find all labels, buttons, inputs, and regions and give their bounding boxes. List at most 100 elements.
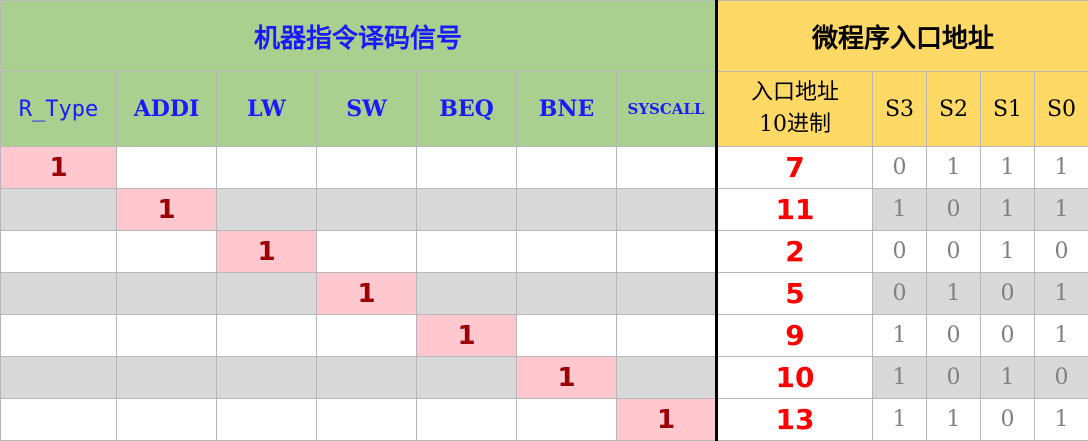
state-bit-s2: 0	[927, 357, 981, 399]
header-s3: S3	[873, 72, 927, 147]
signal-cell-r-type	[1, 399, 117, 441]
signal-cell-lw	[217, 273, 317, 315]
signal-cell-lw: 1	[217, 231, 317, 273]
table-row: 150101	[1, 273, 1088, 315]
header-entry-line2: 10进制	[718, 109, 872, 141]
entry-address-cell: 2	[717, 231, 873, 273]
header-addi: ADDI	[117, 72, 217, 147]
signal-cell-sw	[317, 399, 417, 441]
signal-cell-bne	[517, 315, 617, 357]
table-row: 120010	[1, 231, 1088, 273]
header-r-type: R_Type	[1, 72, 117, 147]
state-bit-s2: 0	[927, 231, 981, 273]
state-bit-s1: 1	[981, 189, 1035, 231]
entry-address-cell: 7	[717, 147, 873, 189]
signal-cell-sw: 1	[317, 273, 417, 315]
state-bit-s1: 1	[981, 231, 1035, 273]
state-bit-s0: 1	[1035, 399, 1088, 441]
signal-cell-syscall: 1	[617, 399, 717, 441]
signal-cell-r-type	[1, 189, 117, 231]
column-header-row: R_Type ADDI LW SW BEQ BNE SYSCALL 入口地址 1…	[1, 72, 1088, 147]
state-bit-s3: 0	[873, 273, 927, 315]
state-bit-s3: 1	[873, 357, 927, 399]
table-row: 170111	[1, 147, 1088, 189]
signal-cell-r-type	[1, 273, 117, 315]
state-bit-s0: 0	[1035, 231, 1088, 273]
state-bit-s1: 1	[981, 357, 1035, 399]
signal-cell-addi	[117, 273, 217, 315]
state-bit-s2: 1	[927, 273, 981, 315]
header-syscall: SYSCALL	[617, 72, 717, 147]
signal-cell-beq	[417, 357, 517, 399]
entry-address-cell: 10	[717, 357, 873, 399]
signal-cell-lw	[217, 147, 317, 189]
signal-cell-r-type	[1, 231, 117, 273]
state-bit-s3: 1	[873, 399, 927, 441]
state-bit-s0: 1	[1035, 189, 1088, 231]
decode-table: 机器指令译码信号 微程序入口地址 R_Type ADDI LW SW BEQ B…	[0, 0, 1088, 441]
header-entry-line1: 入口地址	[718, 77, 872, 109]
signal-cell-bne	[517, 399, 617, 441]
header-s2: S2	[927, 72, 981, 147]
signal-cell-beq: 1	[417, 315, 517, 357]
state-bit-s1: 0	[981, 273, 1035, 315]
state-bit-s1: 0	[981, 399, 1035, 441]
signal-cell-lw	[217, 399, 317, 441]
signal-cell-syscall	[617, 315, 717, 357]
signal-cell-lw	[217, 189, 317, 231]
signal-cell-syscall	[617, 273, 717, 315]
signal-cell-addi	[117, 357, 217, 399]
signal-cell-bne	[517, 189, 617, 231]
signal-cell-beq	[417, 399, 517, 441]
state-bit-s3: 1	[873, 315, 927, 357]
state-bit-s2: 0	[927, 315, 981, 357]
signal-cell-addi	[117, 399, 217, 441]
state-bit-s2: 1	[927, 147, 981, 189]
signal-cell-bne	[517, 231, 617, 273]
signal-cell-sw	[317, 357, 417, 399]
signal-cell-sw	[317, 231, 417, 273]
state-bit-s0: 1	[1035, 147, 1088, 189]
signal-cell-syscall	[617, 189, 717, 231]
header-lw: LW	[217, 72, 317, 147]
header-beq: BEQ	[417, 72, 517, 147]
signal-cell-beq	[417, 147, 517, 189]
signal-cell-bne: 1	[517, 357, 617, 399]
table-row: 1111011	[1, 189, 1088, 231]
state-bit-s0: 1	[1035, 273, 1088, 315]
signal-cell-syscall	[617, 231, 717, 273]
state-bit-s3: 1	[873, 189, 927, 231]
entry-address-cell: 5	[717, 273, 873, 315]
state-bit-s1: 1	[981, 147, 1035, 189]
table-row: 191001	[1, 315, 1088, 357]
state-bit-s0: 0	[1035, 357, 1088, 399]
signal-cell-syscall	[617, 357, 717, 399]
signal-cell-bne	[517, 273, 617, 315]
signal-cell-beq	[417, 231, 517, 273]
table-row: 1101010	[1, 357, 1088, 399]
signal-cell-bne	[517, 147, 617, 189]
state-bit-s2: 1	[927, 399, 981, 441]
entry-address-cell: 13	[717, 399, 873, 441]
state-bit-s2: 0	[927, 189, 981, 231]
signal-cell-beq	[417, 273, 517, 315]
header-s0: S0	[1035, 72, 1088, 147]
header-s1: S1	[981, 72, 1035, 147]
micro-entry-title: 微程序入口地址	[717, 1, 1088, 72]
header-bne: BNE	[517, 72, 617, 147]
header-entry-address: 入口地址 10进制	[717, 72, 873, 147]
signal-cell-sw	[317, 315, 417, 357]
signal-cell-beq	[417, 189, 517, 231]
signal-cell-r-type: 1	[1, 147, 117, 189]
signal-cell-sw	[317, 147, 417, 189]
state-bit-s0: 1	[1035, 315, 1088, 357]
signal-cell-lw	[217, 357, 317, 399]
state-bit-s3: 0	[873, 147, 927, 189]
state-bit-s3: 0	[873, 231, 927, 273]
signal-cell-addi	[117, 231, 217, 273]
title-row: 机器指令译码信号 微程序入口地址	[1, 1, 1088, 72]
entry-address-cell: 9	[717, 315, 873, 357]
signal-cell-addi	[117, 315, 217, 357]
signal-cell-syscall	[617, 147, 717, 189]
machine-signals-title: 机器指令译码信号	[1, 1, 717, 72]
